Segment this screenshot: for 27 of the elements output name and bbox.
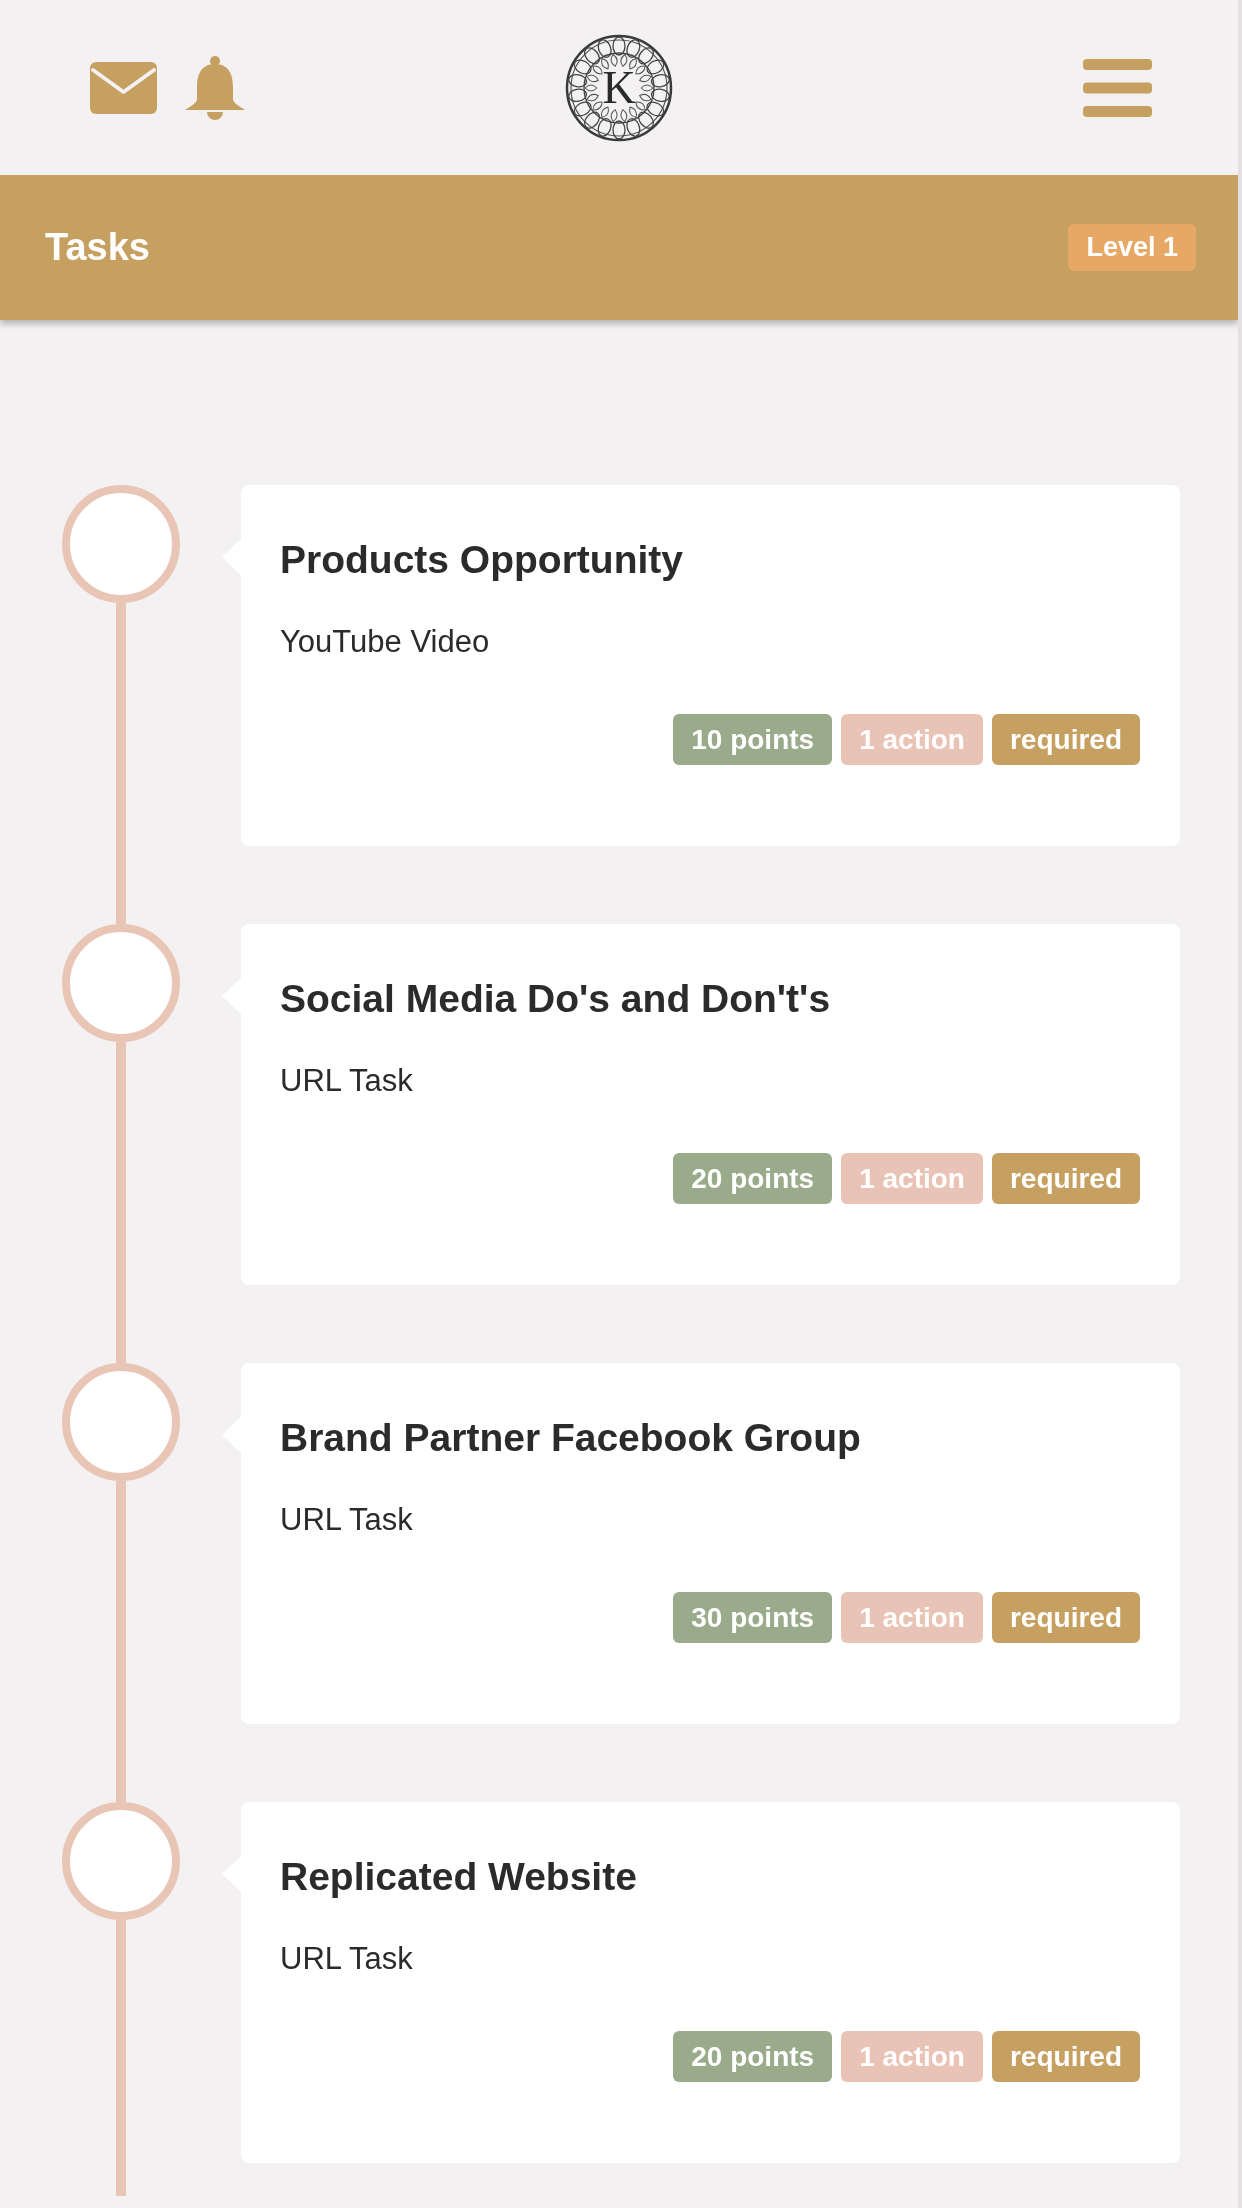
- page-title: Tasks: [45, 225, 150, 270]
- task-tag: 1 action: [841, 1592, 983, 1643]
- task-title: Social Media Do's and Don't's: [280, 976, 832, 1022]
- task-type: YouTube Video: [280, 623, 491, 661]
- task-tag: required: [991, 1592, 1140, 1643]
- level-badge: Level 1: [1068, 224, 1196, 271]
- task-tag: 1 action: [841, 1153, 983, 1204]
- task-title: Replicated Website: [280, 1854, 638, 1900]
- logo-letter: K: [602, 64, 636, 111]
- task-title: Products Opportunity: [280, 537, 684, 583]
- task-title: Brand Partner Facebook Group: [280, 1415, 862, 1461]
- task-tag: 20 points: [673, 1153, 833, 1204]
- task-tag: required: [991, 1153, 1140, 1204]
- mail-icon[interactable]: [90, 61, 157, 114]
- task-tag: 30 points: [673, 1592, 833, 1643]
- task-tag: 10 points: [673, 714, 833, 765]
- task-tag: required: [991, 2031, 1140, 2082]
- task-tag: 1 action: [841, 2031, 983, 2082]
- task-tag: 20 points: [673, 2031, 833, 2082]
- task-tag: required: [991, 714, 1140, 765]
- logo-emblem-icon: [565, 33, 673, 142]
- task-tag: 1 action: [841, 714, 983, 765]
- bell-icon[interactable]: [183, 54, 247, 121]
- task-type: URL Task: [280, 1940, 414, 1978]
- menu-icon[interactable]: [1083, 58, 1152, 117]
- task-type: URL Task: [280, 1501, 414, 1539]
- task-type: URL Task: [280, 1062, 414, 1100]
